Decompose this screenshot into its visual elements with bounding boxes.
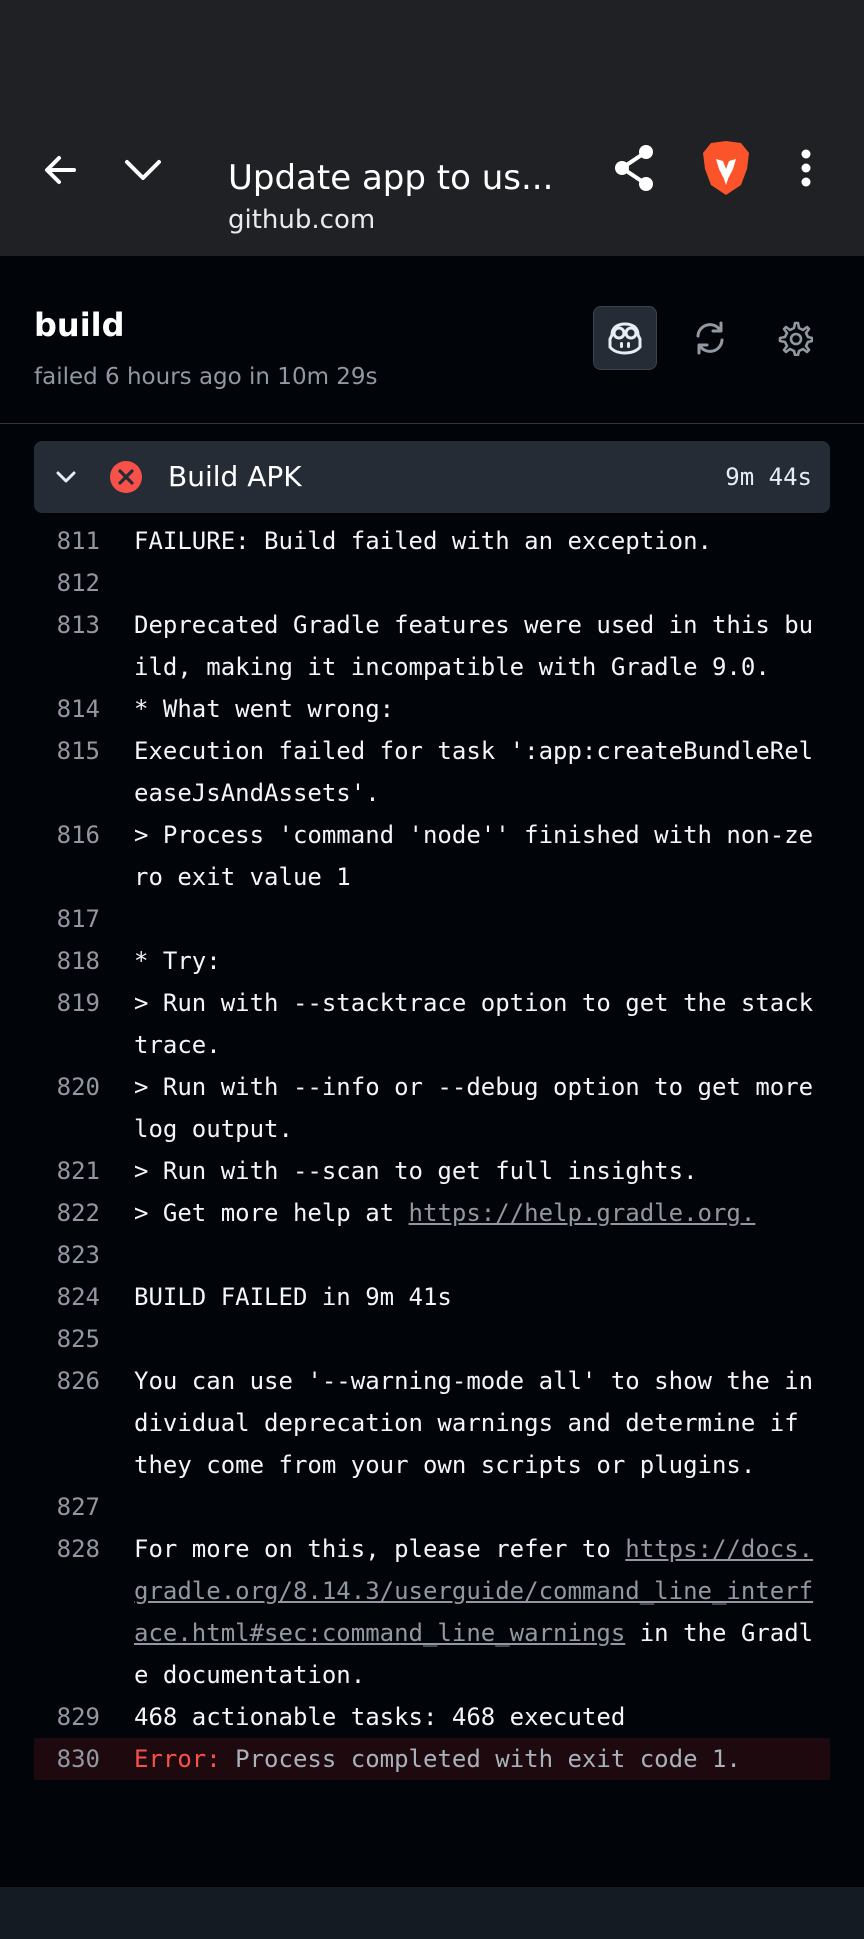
job-status: failed 6 hours ago in 10m 29s — [34, 364, 378, 390]
log-line: 811 FAILURE: Build failed with an except… — [34, 520, 830, 562]
log-line: 828 For more on this, please refer to ht… — [34, 1528, 830, 1696]
log-text: You can use '--warning-mode all' to show… — [134, 1367, 814, 1479]
share-button[interactable] — [604, 138, 664, 198]
job-title: build — [34, 306, 125, 344]
page-url[interactable]: github.com — [228, 203, 375, 237]
gear-icon — [778, 321, 813, 356]
back-button[interactable] — [30, 140, 90, 200]
log-line: 814 * What went wrong: — [34, 688, 830, 730]
log-line: 827 — [34, 1486, 830, 1528]
log-line: 816 > Process 'command 'node'' finished … — [34, 814, 830, 898]
rerun-button[interactable] — [682, 310, 738, 366]
line-number[interactable]: 820 — [34, 1066, 134, 1150]
line-number[interactable]: 817 — [34, 898, 134, 940]
bottom-bar — [0, 1887, 864, 1939]
line-number[interactable]: 825 — [34, 1318, 134, 1360]
log-text-segment: > Get more help at — [134, 1199, 409, 1227]
line-number[interactable]: 827 — [34, 1486, 134, 1528]
status-bar-area — [0, 0, 864, 120]
line-number[interactable]: 828 — [34, 1528, 134, 1696]
log-line: 815 Execution failed for task ':app:crea… — [34, 730, 830, 814]
log-text: > Run with --scan to get full insights. — [134, 1157, 698, 1185]
line-number[interactable]: 829 — [34, 1696, 134, 1738]
line-number[interactable]: 830 — [34, 1738, 134, 1780]
error-label: Error: — [134, 1745, 221, 1773]
line-number[interactable]: 812 — [34, 562, 134, 604]
log-text: > Run with --stacktrace option to get th… — [134, 989, 828, 1059]
share-icon — [615, 145, 653, 191]
error-message: Process completed with exit code 1. — [220, 1745, 741, 1773]
log-line: 829 468 actionable tasks: 468 executed — [34, 1696, 830, 1738]
log-line: 813 Deprecated Gradle features were used… — [34, 604, 830, 688]
log-text: 468 actionable tasks: 468 executed — [134, 1703, 626, 1731]
line-number[interactable]: 823 — [34, 1234, 134, 1276]
log-text: * What went wrong: — [134, 695, 395, 723]
log-line-error: 830 Error: Process completed with exit c… — [34, 1738, 830, 1780]
log-text: > Get more help at https://help.gradle.o… — [134, 1192, 830, 1234]
line-number[interactable]: 813 — [34, 604, 134, 688]
log-text: > Run with --info or --debug option to g… — [134, 1073, 828, 1143]
line-number[interactable]: 816 — [34, 814, 134, 898]
log-text: BUILD FAILED in 9m 41s — [134, 1283, 452, 1311]
log-line: 823 — [34, 1234, 830, 1276]
log-text: > Process 'command 'node'' finished with… — [134, 821, 814, 891]
step-header[interactable]: Build APK 9m 44s — [34, 441, 830, 513]
more-vertical-icon — [801, 149, 811, 187]
brave-shields-button[interactable] — [694, 132, 758, 204]
log-text: Error: Process completed with exit code … — [134, 1738, 830, 1780]
line-number[interactable]: 814 — [34, 688, 134, 730]
step-name: Build APK — [168, 460, 302, 493]
page-title[interactable]: Update app to us... — [228, 158, 553, 198]
log-text: Execution failed for task ':app:createBu… — [134, 737, 814, 807]
log-line: 825 — [34, 1318, 830, 1360]
collapse-button[interactable] — [113, 140, 173, 200]
menu-button[interactable] — [776, 138, 836, 198]
sync-icon — [696, 321, 724, 355]
log-text: FAILURE: Build failed with an exception. — [134, 527, 712, 555]
log-text: Deprecated Gradle features were used in … — [134, 611, 814, 681]
line-number[interactable]: 815 — [34, 730, 134, 814]
log-line: 824 BUILD FAILED in 9m 41s — [34, 1276, 830, 1318]
line-number[interactable]: 822 — [34, 1192, 134, 1234]
line-number[interactable]: 821 — [34, 1150, 134, 1192]
brave-lion-icon — [703, 141, 749, 195]
step-duration: 9m 44s — [725, 463, 812, 491]
line-number[interactable]: 824 — [34, 1276, 134, 1318]
x-circle-fill-icon — [110, 461, 142, 493]
log-line: 821 > Run with --scan to get full insigh… — [34, 1150, 830, 1192]
chevron-down-icon — [56, 471, 76, 483]
log-text: * Try: — [134, 947, 221, 975]
arrow-left-icon — [45, 156, 76, 184]
log-text: For more on this, please refer to https:… — [134, 1528, 830, 1696]
log-line: 826 You can use '--warning-mode all' to … — [34, 1360, 830, 1486]
chevron-down-icon — [125, 160, 161, 180]
log-line: 822 > Get more help at https://help.grad… — [34, 1192, 830, 1234]
log-text-segment: For more on this, please refer to — [134, 1535, 626, 1563]
help-link[interactable]: https://help.gradle.org. — [409, 1199, 756, 1227]
copilot-icon — [608, 322, 642, 355]
log-output: 811 FAILURE: Build failed with an except… — [34, 520, 830, 1780]
settings-button[interactable] — [767, 310, 823, 366]
line-number[interactable]: 818 — [34, 940, 134, 982]
log-line: 818 * Try: — [34, 940, 830, 982]
line-number[interactable]: 826 — [34, 1360, 134, 1486]
log-line: 812 — [34, 562, 830, 604]
step-status — [108, 459, 144, 495]
log-line: 817 — [34, 898, 830, 940]
line-number[interactable]: 811 — [34, 520, 134, 562]
copilot-button[interactable] — [593, 306, 657, 370]
step-toggle[interactable] — [46, 457, 86, 497]
log-line: 820 > Run with --info or --debug option … — [34, 1066, 830, 1150]
line-number[interactable]: 819 — [34, 982, 134, 1066]
log-line: 819 > Run with --stacktrace option to ge… — [34, 982, 830, 1066]
